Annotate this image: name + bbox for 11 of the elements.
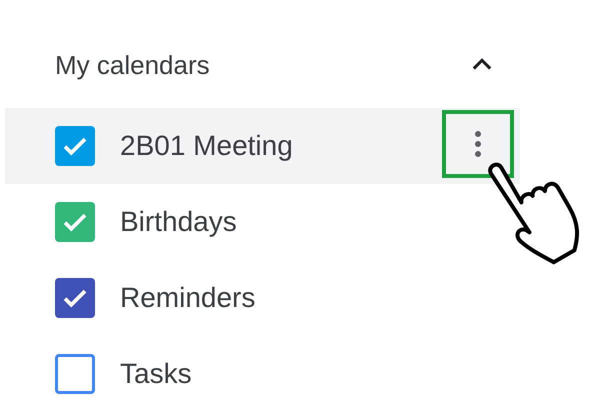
calendar-row[interactable]: 2B01 Meeting: [5, 108, 520, 184]
checkbox[interactable]: [55, 354, 95, 394]
calendar-label: Reminders: [120, 282, 256, 314]
checkbox[interactable]: [55, 202, 95, 242]
checkbox[interactable]: [55, 278, 95, 318]
checkbox[interactable]: [55, 126, 95, 166]
calendar-label: Birthdays: [120, 206, 237, 238]
section-title: My calendars: [55, 50, 210, 80]
kebab-icon: [474, 129, 482, 159]
calendar-label: 2B01 Meeting: [120, 130, 293, 162]
calendar-label: Tasks: [120, 358, 192, 390]
